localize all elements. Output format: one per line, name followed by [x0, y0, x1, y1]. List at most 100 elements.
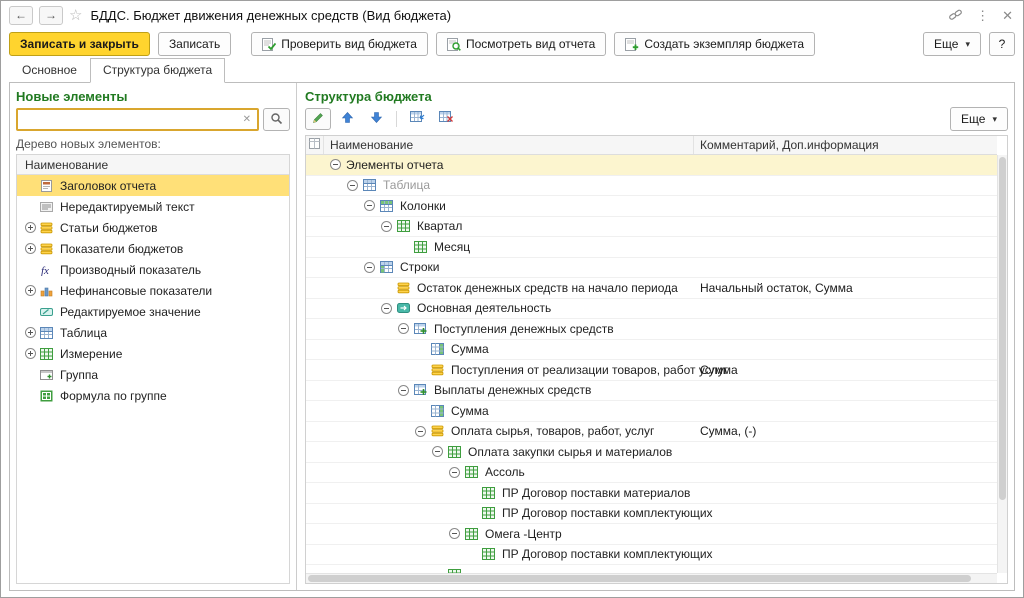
column-header-comment[interactable]: Комментарий, Доп.информация: [694, 136, 997, 154]
forward-button[interactable]: →: [39, 6, 63, 25]
structure-more-button[interactable]: Еще▾: [950, 107, 1008, 131]
tab-budget-structure[interactable]: Структура бюджета: [90, 58, 225, 83]
collapse-icon[interactable]: [364, 200, 375, 211]
expand-icon[interactable]: [25, 348, 36, 359]
structure-row[interactable]: Остаток денежных средств на начало перио…: [306, 278, 997, 299]
collapse-icon[interactable]: [398, 323, 409, 334]
move-down-button[interactable]: [363, 108, 389, 130]
plusgrid-icon: [414, 322, 430, 335]
structure-row[interactable]: ПР Договор поставки материалов: [306, 483, 997, 504]
titlebar: ← → ☆ БДДС. Бюджет движения денежных сре…: [1, 1, 1023, 29]
vertical-scrollbar-thumb[interactable]: [999, 157, 1006, 500]
structure-row-comment: Сумма, (-): [700, 424, 756, 438]
collapse-icon[interactable]: [381, 221, 392, 232]
dimension-icon: [482, 507, 498, 520]
edit-button[interactable]: [305, 108, 331, 130]
left-column-header-name[interactable]: Наименование: [17, 155, 289, 175]
collapse-icon[interactable]: [415, 426, 426, 437]
structure-row[interactable]: Оплата закупки сырья и материалов: [306, 442, 997, 463]
structure-row[interactable]: Основная деятельность: [306, 299, 997, 320]
new-element-item[interactable]: fxПроизводный показатель: [17, 259, 289, 280]
structure-row[interactable]: Колонки: [306, 196, 997, 217]
tab-main[interactable]: Основное: [9, 58, 90, 83]
new-element-item[interactable]: Группа: [17, 364, 289, 385]
view-report-button[interactable]: Посмотреть вид отчета: [436, 32, 606, 56]
expand-icon[interactable]: [25, 222, 36, 233]
create-budget-instance-button[interactable]: Создать экземпляр бюджета: [614, 32, 815, 56]
menu-dots-icon[interactable]: ⋮: [976, 9, 989, 22]
close-icon[interactable]: ✕: [1002, 9, 1013, 22]
structure-row-label: Оплата закупки сырья и материалов: [468, 445, 672, 459]
collapse-icon[interactable]: [364, 262, 375, 273]
new-element-item[interactable]: Нефинансовые показатели: [17, 280, 289, 301]
collapse-icon[interactable]: [347, 180, 358, 191]
favorite-star-icon[interactable]: ☆: [69, 8, 82, 23]
expand-icon[interactable]: [25, 327, 36, 338]
structure-row[interactable]: Квартал: [306, 217, 997, 238]
dimension-icon: [397, 220, 413, 233]
dimension-icon: [40, 347, 56, 360]
structure-row[interactable]: Сумма: [306, 340, 997, 361]
svg-text:fx: fx: [41, 265, 49, 276]
more-button[interactable]: Еще▾: [923, 32, 981, 56]
new-element-item[interactable]: Измерение: [17, 343, 289, 364]
new-element-item[interactable]: Редактируемое значение: [17, 301, 289, 322]
dimension-icon: [482, 548, 498, 561]
new-element-label: Показатели бюджетов: [60, 242, 183, 256]
new-element-item[interactable]: Формула по группе: [17, 385, 289, 406]
add-to-table-button[interactable]: [404, 108, 430, 130]
move-up-button[interactable]: [334, 108, 360, 130]
column-settings-icon[interactable]: [306, 136, 324, 154]
search-box[interactable]: ✕: [16, 108, 259, 131]
back-button[interactable]: ←: [9, 6, 33, 25]
check-budget-view-button[interactable]: Проверить вид бюджета: [251, 32, 428, 56]
collapse-icon[interactable]: [330, 159, 341, 170]
structure-row-label: Строки: [400, 260, 439, 274]
search-button[interactable]: [263, 108, 290, 131]
vertical-scrollbar[interactable]: [997, 155, 1007, 573]
structure-row[interactable]: Поступления денежных средств: [306, 319, 997, 340]
structure-row[interactable]: Омега -Центр: [306, 524, 997, 545]
save-button[interactable]: Записать: [158, 32, 231, 56]
structure-row[interactable]: Поступления от реализации товаров, работ…: [306, 360, 997, 381]
new-element-item[interactable]: Заголовок отчета: [17, 175, 289, 196]
collapse-icon[interactable]: [449, 528, 460, 539]
new-element-label: Редактируемое значение: [60, 305, 201, 319]
collapse-icon[interactable]: [381, 303, 392, 314]
structure-row[interactable]: [306, 565, 997, 573]
horizontal-scrollbar[interactable]: [306, 573, 997, 583]
search-input[interactable]: [22, 113, 241, 127]
new-element-item[interactable]: Таблица: [17, 322, 289, 343]
structure-row[interactable]: Элементы отчета: [306, 155, 997, 176]
column-header-name[interactable]: Наименование: [324, 136, 694, 154]
structure-row-label: Выплаты денежных средств: [434, 383, 591, 397]
check-budget-icon: [262, 38, 276, 51]
collapse-icon[interactable]: [449, 467, 460, 478]
link-icon[interactable]: [948, 8, 963, 22]
structure-row[interactable]: Сумма: [306, 401, 997, 422]
help-button[interactable]: ?: [989, 32, 1015, 56]
expand-icon[interactable]: [25, 243, 36, 254]
collapse-icon[interactable]: [432, 446, 443, 457]
new-element-item[interactable]: Нередактируемый текст: [17, 196, 289, 217]
structure-row[interactable]: Ассоль: [306, 463, 997, 484]
structure-row[interactable]: ПР Договор поставки комплектующих: [306, 545, 997, 566]
structure-row[interactable]: Оплата сырья, товаров, работ, услугСумма…: [306, 422, 997, 443]
structure-row[interactable]: Строки: [306, 258, 997, 279]
structure-row[interactable]: Выплаты денежных средств: [306, 381, 997, 402]
sum-icon: [431, 404, 447, 417]
horizontal-scrollbar-thumb[interactable]: [308, 575, 971, 582]
section-icon: [397, 302, 413, 315]
remove-from-table-button[interactable]: [433, 108, 459, 130]
new-element-item[interactable]: Статьи бюджетов: [17, 217, 289, 238]
collapse-icon[interactable]: [398, 385, 409, 396]
structure-row[interactable]: ПР Договор поставки комплектующих: [306, 504, 997, 525]
new-element-item[interactable]: Показатели бюджетов: [17, 238, 289, 259]
structure-row[interactable]: Таблица: [306, 176, 997, 197]
titlebar-actions: ⋮ ✕: [948, 8, 1013, 22]
clear-search-icon[interactable]: ✕: [241, 115, 253, 125]
expand-icon[interactable]: [25, 285, 36, 296]
structure-row[interactable]: Месяц: [306, 237, 997, 258]
arrow-down-icon: [370, 111, 383, 127]
save-close-button[interactable]: Записать и закрыть: [9, 32, 150, 56]
